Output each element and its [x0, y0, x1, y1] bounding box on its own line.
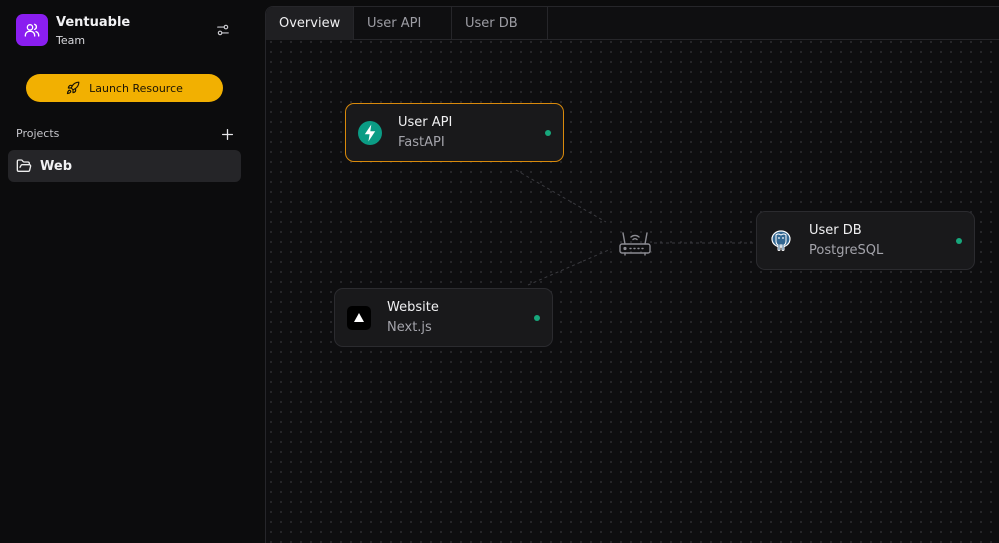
status-running-dot	[545, 130, 551, 136]
sidebar: Ventuable Team Launch Resource Projects	[0, 0, 265, 543]
folder-open-icon	[16, 159, 32, 172]
node-title: User DB	[809, 223, 862, 238]
projects-heading: Projects	[16, 127, 60, 140]
postgresql-icon	[769, 229, 793, 253]
node-title: Website	[387, 300, 439, 315]
status-running-dot	[956, 238, 962, 244]
service-node-user-api[interactable]: User API FastAPI	[345, 103, 564, 162]
add-project-plus-icon[interactable]	[219, 126, 235, 142]
project-item-web[interactable]: Web	[8, 150, 241, 182]
edge-website-to-network	[527, 248, 612, 286]
service-node-website[interactable]: Website Next.js	[334, 288, 553, 347]
project-item-label: Web	[40, 158, 72, 174]
fastapi-icon	[358, 121, 382, 145]
app-window: Ventuable Team Launch Resource Projects	[0, 0, 999, 543]
rocket-icon	[66, 81, 80, 95]
node-subtitle: PostgreSQL	[809, 243, 884, 258]
team-subtitle: Team	[56, 33, 86, 47]
edge-user-api-to-network	[515, 169, 607, 223]
service-node-user-db[interactable]: User DB PostgreSQL	[756, 211, 975, 270]
launch-resource-label: Launch Resource	[89, 81, 183, 95]
settings-sliders-icon[interactable]	[213, 20, 233, 40]
network-router-icon[interactable]	[618, 229, 652, 257]
node-subtitle: FastAPI	[398, 135, 445, 150]
status-running-dot	[534, 315, 540, 321]
nextjs-icon	[347, 306, 371, 330]
launch-resource-button[interactable]: Launch Resource	[26, 74, 223, 102]
node-subtitle: Next.js	[387, 320, 432, 335]
connections-layer	[515, 169, 756, 286]
team-users-icon	[16, 14, 48, 46]
team-name: Ventuable	[56, 14, 131, 30]
node-title: User API	[398, 115, 453, 130]
canvas[interactable]: Overview User API User DB User API FastA…	[265, 6, 999, 543]
team-switcher[interactable]: Ventuable Team	[16, 14, 130, 46]
